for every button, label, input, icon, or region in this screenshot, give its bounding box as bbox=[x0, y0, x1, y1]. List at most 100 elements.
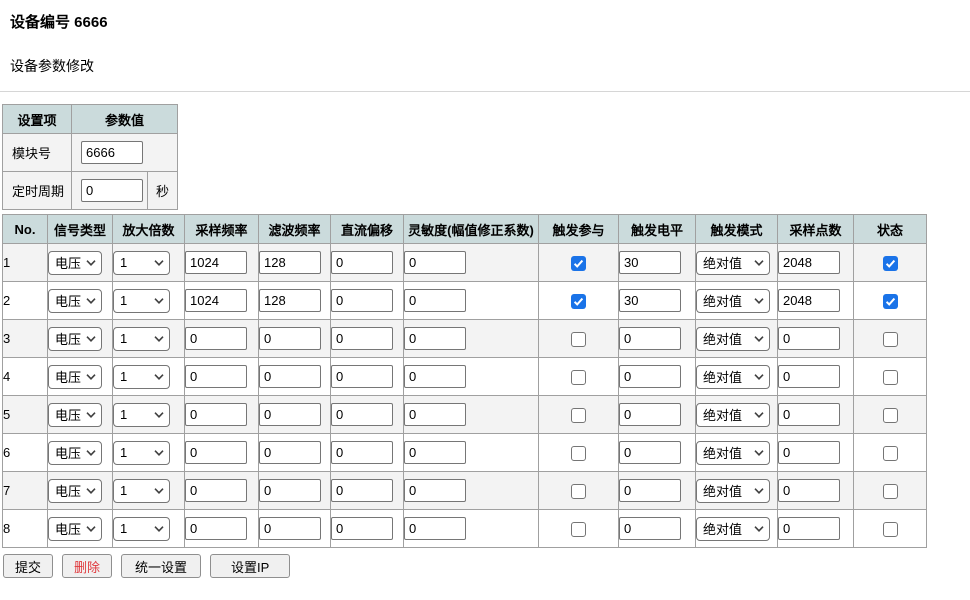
sensitivity-input[interactable] bbox=[404, 327, 466, 350]
status-checkbox-unchecked[interactable] bbox=[883, 484, 898, 499]
signal-type-select[interactable]: 电压 bbox=[48, 441, 102, 465]
sample-points-input[interactable] bbox=[778, 251, 840, 274]
dc-offset-input[interactable] bbox=[331, 365, 393, 388]
filter-freq-input[interactable] bbox=[259, 251, 321, 274]
trigger-mode-select[interactable]: 绝对值 bbox=[696, 403, 770, 427]
sensitivity-input[interactable] bbox=[404, 289, 466, 312]
trigger-mode-select[interactable]: 绝对值 bbox=[696, 365, 770, 389]
sample-rate-input[interactable] bbox=[185, 327, 247, 350]
sample-points-input[interactable] bbox=[778, 403, 840, 426]
dc-offset-input[interactable] bbox=[331, 441, 393, 464]
trigger-enabled-checkbox-unchecked[interactable] bbox=[571, 446, 586, 461]
gain-select[interactable]: 1 bbox=[113, 517, 170, 541]
trigger-enabled-checkbox-unchecked[interactable] bbox=[571, 484, 586, 499]
signal-type-select[interactable]: 电压 bbox=[48, 327, 102, 351]
sensitivity-input[interactable] bbox=[404, 479, 466, 502]
batch-set-button[interactable]: 统一设置 bbox=[121, 554, 201, 578]
filter-freq-input[interactable] bbox=[259, 289, 321, 312]
trigger-level-input[interactable] bbox=[619, 517, 681, 540]
trigger-mode-select-value: 绝对值 bbox=[703, 329, 742, 348]
trigger-enabled-checkbox-unchecked[interactable] bbox=[571, 332, 586, 347]
filter-freq-input[interactable] bbox=[259, 365, 321, 388]
trigger-mode-select[interactable]: 绝对值 bbox=[696, 441, 770, 465]
trigger-level-input[interactable] bbox=[619, 403, 681, 426]
row-number: 5 bbox=[3, 407, 10, 422]
trigger-enabled-checkbox-unchecked[interactable] bbox=[571, 522, 586, 537]
signal-type-select[interactable]: 电压 bbox=[48, 479, 102, 503]
trigger-level-input[interactable] bbox=[619, 441, 681, 464]
sample-points-input[interactable] bbox=[778, 517, 840, 540]
set-ip-button[interactable]: 设置IP bbox=[210, 554, 290, 578]
sample-points-input[interactable] bbox=[778, 441, 840, 464]
trigger-mode-select[interactable]: 绝对值 bbox=[696, 251, 770, 275]
dc-offset-input[interactable] bbox=[331, 327, 393, 350]
trigger-level-input[interactable] bbox=[619, 365, 681, 388]
sensitivity-input[interactable] bbox=[404, 365, 466, 388]
sample-points-input[interactable] bbox=[778, 479, 840, 502]
status-checkbox-unchecked[interactable] bbox=[883, 332, 898, 347]
gain-select[interactable]: 1 bbox=[113, 327, 170, 351]
sensitivity-input[interactable] bbox=[404, 403, 466, 426]
filter-freq-input[interactable] bbox=[259, 403, 321, 426]
submit-button[interactable]: 提交 bbox=[3, 554, 53, 578]
dc-offset-input[interactable] bbox=[331, 251, 393, 274]
trigger-enabled-checkbox-unchecked[interactable] bbox=[571, 370, 586, 385]
sample-rate-input[interactable] bbox=[185, 251, 247, 274]
signal-type-select-value: 电压 bbox=[55, 481, 81, 500]
timer-period-input[interactable] bbox=[81, 179, 143, 202]
module-number-input[interactable] bbox=[81, 141, 143, 164]
trigger-level-input[interactable] bbox=[619, 251, 681, 274]
sensitivity-input[interactable] bbox=[404, 441, 466, 464]
sample-rate-input[interactable] bbox=[185, 403, 247, 426]
dc-offset-input[interactable] bbox=[331, 403, 393, 426]
sample-rate-input[interactable] bbox=[185, 289, 247, 312]
status-checkbox-checked[interactable] bbox=[883, 294, 898, 309]
status-checkbox-unchecked[interactable] bbox=[883, 408, 898, 423]
signal-type-select[interactable]: 电压 bbox=[48, 365, 102, 389]
filter-freq-input[interactable] bbox=[259, 517, 321, 540]
filter-freq-input[interactable] bbox=[259, 327, 321, 350]
filter-freq-input[interactable] bbox=[259, 479, 321, 502]
signal-type-select[interactable]: 电压 bbox=[48, 517, 102, 541]
trigger-level-input[interactable] bbox=[619, 479, 681, 502]
status-checkbox-unchecked[interactable] bbox=[883, 370, 898, 385]
dc-offset-input[interactable] bbox=[331, 289, 393, 312]
sample-rate-input[interactable] bbox=[185, 517, 247, 540]
trigger-level-input[interactable] bbox=[619, 289, 681, 312]
trigger-level-input[interactable] bbox=[619, 327, 681, 350]
delete-button[interactable]: 删除 bbox=[62, 554, 112, 578]
trigger-mode-select[interactable]: 绝对值 bbox=[696, 479, 770, 503]
trigger-mode-select[interactable]: 绝对值 bbox=[696, 327, 770, 351]
gain-select[interactable]: 1 bbox=[113, 479, 170, 503]
sensitivity-input[interactable] bbox=[404, 517, 466, 540]
gain-select[interactable]: 1 bbox=[113, 251, 170, 275]
status-checkbox-checked[interactable] bbox=[883, 256, 898, 271]
gain-select[interactable]: 1 bbox=[113, 441, 170, 465]
dc-offset-input[interactable] bbox=[331, 517, 393, 540]
gain-select[interactable]: 1 bbox=[113, 365, 170, 389]
sample-rate-input[interactable] bbox=[185, 365, 247, 388]
signal-type-select[interactable]: 电压 bbox=[48, 289, 102, 313]
signal-type-select[interactable]: 电压 bbox=[48, 403, 102, 427]
sample-points-input[interactable] bbox=[778, 327, 840, 350]
gain-select[interactable]: 1 bbox=[113, 403, 170, 427]
gain-select[interactable]: 1 bbox=[113, 289, 170, 313]
trigger-enabled-checkbox-unchecked[interactable] bbox=[571, 408, 586, 423]
status-checkbox-unchecked[interactable] bbox=[883, 522, 898, 537]
trigger-mode-select[interactable]: 绝对值 bbox=[696, 289, 770, 313]
sensitivity-input[interactable] bbox=[404, 251, 466, 274]
trigger-enabled-checkbox-checked[interactable] bbox=[571, 256, 586, 271]
signal-type-select[interactable]: 电压 bbox=[48, 251, 102, 275]
signal-type-select-value: 电压 bbox=[55, 443, 81, 462]
sample-points-input[interactable] bbox=[778, 289, 840, 312]
trigger-mode-select[interactable]: 绝对值 bbox=[696, 517, 770, 541]
trigger-enabled-checkbox-checked[interactable] bbox=[571, 294, 586, 309]
sample-rate-input[interactable] bbox=[185, 441, 247, 464]
sample-points-input[interactable] bbox=[778, 365, 840, 388]
dc-offset-input[interactable] bbox=[331, 479, 393, 502]
status-checkbox-unchecked[interactable] bbox=[883, 446, 898, 461]
sample-rate-input[interactable] bbox=[185, 479, 247, 502]
filter-freq-input[interactable] bbox=[259, 441, 321, 464]
channel-row: 8电压1绝对值 bbox=[3, 510, 927, 548]
channel-row: 7电压1绝对值 bbox=[3, 472, 927, 510]
